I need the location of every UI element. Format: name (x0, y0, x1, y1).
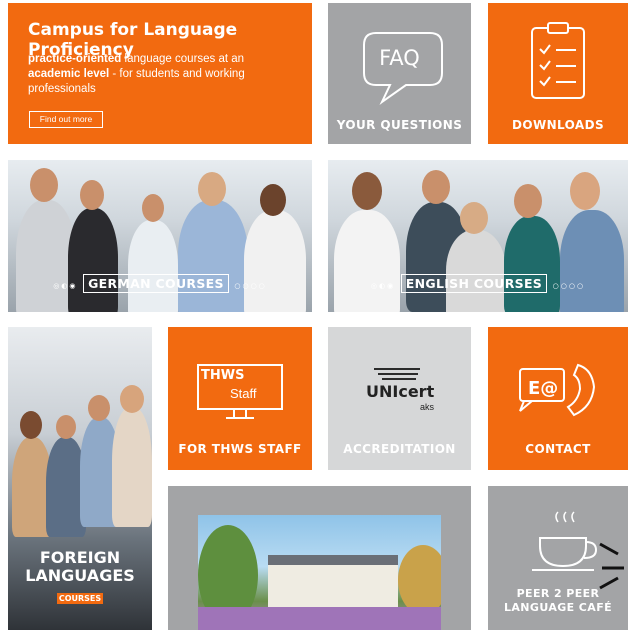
foreign-courses-badge: COURSES (57, 593, 103, 604)
foreign-line-1: FOREIGN (39, 548, 121, 567)
english-courses-tile[interactable]: ◎◐◉ ENGLISH COURSES ○○○○ (328, 160, 628, 312)
monitor-screen-title: THWS (201, 368, 245, 383)
decorative-doodles-icon: ◎◐◉ (370, 282, 396, 290)
faq-tile[interactable]: FAQ YOUR QUESTIONS (328, 3, 471, 144)
cafe-caption: PEER 2 PEER LANGUAGE CAFÉ (488, 587, 628, 615)
group-photo (8, 327, 152, 547)
hero-description: practice-oriented language courses at an… (28, 52, 288, 97)
german-courses-tile[interactable]: ◎◐◉ GERMAN COURSES ○○○○ (8, 160, 312, 312)
accreditation-tile[interactable]: UNIcert aks ACCREDITATION (328, 327, 471, 470)
hero-desc-bold-1: practice-oriented (28, 53, 122, 65)
german-courses-banner: ◎◐◉ GERMAN COURSES ○○○○ (8, 273, 312, 293)
downloads-tile[interactable]: DOWNLOADS (488, 3, 628, 144)
contact-caption: CONTACT (525, 442, 591, 456)
faq-caption: YOUR QUESTIONS (336, 118, 463, 132)
downloads-caption: DOWNLOADS (511, 118, 605, 132)
foreign-languages-title: FOREIGN LANGUAGES (8, 549, 152, 585)
campus-photo-tile[interactable] (168, 486, 471, 630)
thws-staff-caption: FOR THWS STAFF (178, 442, 302, 456)
monitor-screen-subtitle: Staff (230, 386, 257, 401)
cafe-line-2: LANGUAGE CAFÉ (503, 601, 613, 614)
campus-building-photo (198, 515, 441, 630)
hero-desc-part-1: language courses at an (121, 53, 245, 65)
language-cafe-tile[interactable]: PEER 2 PEER LANGUAGE CAFÉ (488, 486, 628, 630)
english-courses-banner: ◎◐◉ ENGLISH COURSES ○○○○ (328, 273, 628, 293)
decorative-circles-icon: ○○○○ (552, 282, 586, 290)
accreditation-caption: ACCREDITATION (343, 442, 456, 456)
unicert-logo-text: UNIcert (366, 382, 435, 401)
hero-desc-bold-2: academic level (28, 68, 110, 80)
decorative-doodles-icon: ◎◐◉ (53, 282, 78, 290)
cafe-line-1: PEER 2 PEER (516, 587, 600, 600)
german-courses-caption: GERMAN COURSES (83, 274, 229, 293)
english-courses-caption: ENGLISH COURSES (400, 274, 548, 293)
decorative-circles-icon: ○○○○ (234, 282, 267, 290)
faq-icon-text: FAQ (379, 46, 420, 70)
foreign-line-2: LANGUAGES (25, 566, 135, 585)
svg-text:E@: E@ (528, 378, 558, 399)
hero-tile: Campus for Language Proficiency practice… (8, 3, 312, 144)
thws-staff-tile[interactable]: THWS Staff FOR THWS STAFF (168, 327, 312, 470)
unicert-logo-sub: aks (420, 402, 435, 412)
find-out-more-button[interactable]: Find out more (29, 111, 103, 128)
foreign-languages-tile[interactable]: FOREIGN LANGUAGES COURSES (8, 327, 152, 630)
contact-tile[interactable]: E@ CONTACT (488, 327, 628, 470)
